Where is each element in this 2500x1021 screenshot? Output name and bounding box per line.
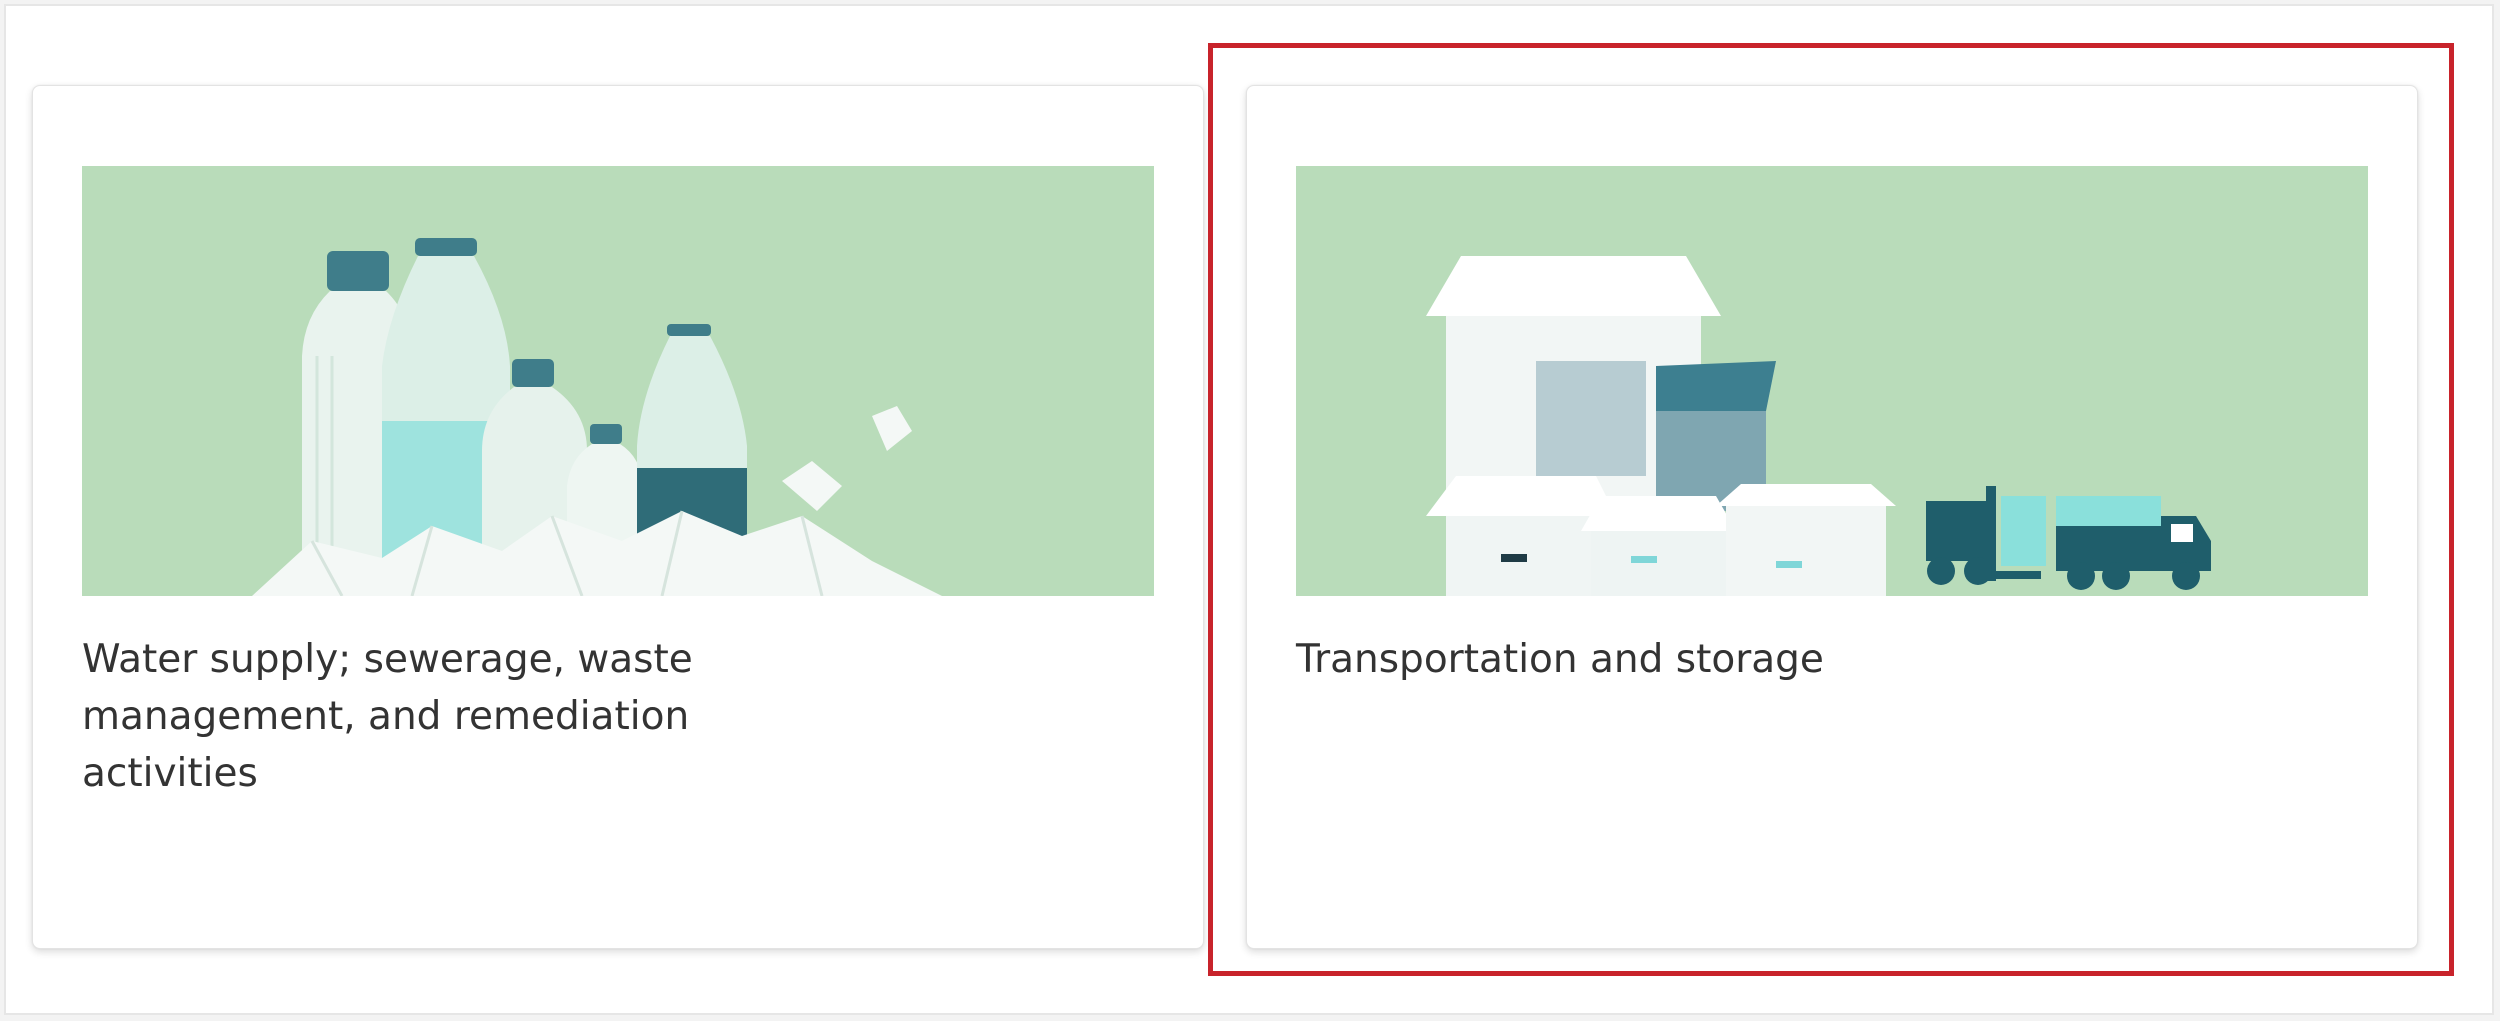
boxes-forklift-truck-illustration-icon: [1296, 166, 2368, 596]
category-card-water-supply[interactable]: Water supply; sewerage, waste management…: [32, 85, 1204, 949]
plastic-bottles-illustration-icon: [82, 166, 1154, 596]
card-title: Water supply; sewerage, waste management…: [82, 637, 693, 796]
card-title: Transportation and storage: [1296, 637, 1824, 682]
content-frame: Water supply; sewerage, waste management…: [4, 4, 2494, 1015]
category-card-transportation-storage[interactable]: Transportation and storage: [1246, 85, 2418, 949]
